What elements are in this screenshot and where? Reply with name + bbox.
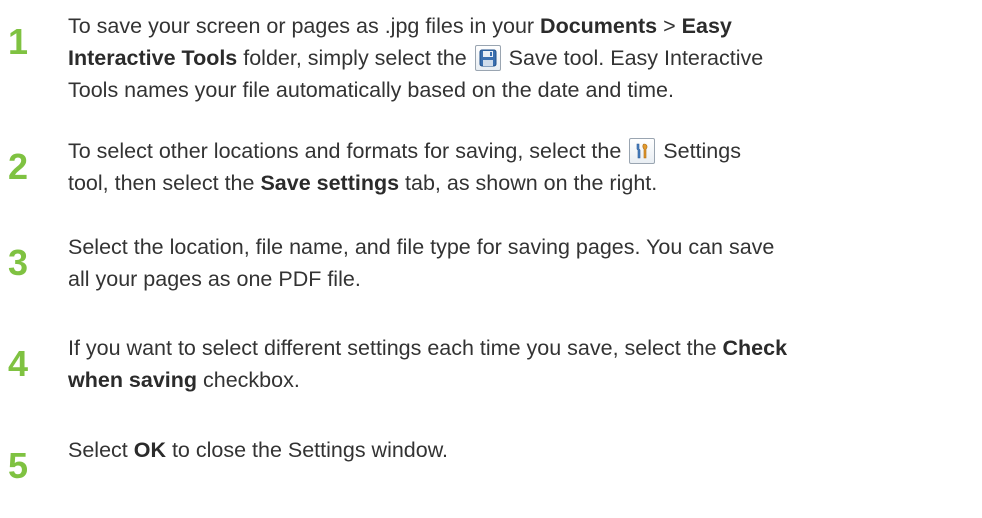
bold-term-save-settings: Save settings bbox=[260, 171, 400, 195]
text-fragment: Select the location, file name, and file… bbox=[68, 235, 775, 259]
save-icon bbox=[474, 45, 501, 71]
text-fragment: Settings bbox=[657, 139, 741, 163]
step-number: 4 bbox=[8, 343, 29, 384]
text-fragment: tab, as shown on the right. bbox=[399, 171, 658, 195]
bold-term-ok: OK bbox=[133, 438, 166, 462]
text-fragment: Tools names your file automatically base… bbox=[68, 78, 674, 102]
text-fragment: checkbox. bbox=[197, 368, 300, 392]
text-fragment: Save tool. Easy Interactive bbox=[502, 46, 764, 70]
step-text: To select other locations and formats fo… bbox=[68, 135, 978, 199]
text-fragment: If you want to select different settings… bbox=[68, 336, 723, 360]
settings-icon bbox=[629, 138, 656, 164]
step-text: Select OK to close the Settings window. bbox=[68, 434, 978, 466]
step-number: 5 bbox=[8, 445, 29, 486]
step-text: To save your screen or pages as .jpg fil… bbox=[68, 10, 978, 106]
text-fragment: to close the Settings window. bbox=[165, 438, 449, 462]
text-fragment: Select bbox=[68, 438, 134, 462]
text-fragment: To save your screen or pages as .jpg fil… bbox=[68, 14, 541, 38]
bold-term-check: Check bbox=[722, 336, 788, 360]
step-number: 3 bbox=[8, 242, 29, 283]
step-number: 2 bbox=[8, 146, 29, 187]
text-fragment: To select other locations and formats fo… bbox=[68, 139, 628, 163]
text-fragment: > bbox=[657, 14, 682, 38]
bold-term-interactive-tools: Interactive Tools bbox=[68, 46, 238, 70]
bold-term-easy: Easy bbox=[681, 14, 732, 38]
text-fragment: all your pages as one PDF file. bbox=[68, 267, 361, 291]
step-text: If you want to select different settings… bbox=[68, 332, 978, 396]
bold-term-when-saving: when saving bbox=[68, 368, 198, 392]
step-number: 1 bbox=[8, 21, 29, 62]
text-fragment: folder, simply select the bbox=[237, 46, 473, 70]
bold-term-documents: Documents bbox=[540, 14, 658, 38]
text-fragment: tool, then select the bbox=[68, 171, 261, 195]
step-text: Select the location, file name, and file… bbox=[68, 231, 978, 295]
